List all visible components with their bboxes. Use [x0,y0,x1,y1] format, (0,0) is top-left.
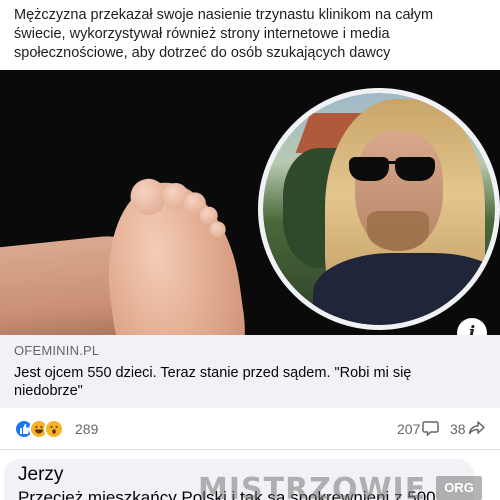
baby-foot-image [95,174,255,335]
wow-icon [44,419,64,439]
share-count[interactable]: 38 [450,421,466,437]
comment-icon[interactable] [422,420,439,436]
comment-count[interactable]: 207 [397,421,420,437]
share-icon[interactable] [468,420,486,436]
link-preview-card[interactable]: OFEMININ.PL Jest ojcem 550 dzieci. Teraz… [0,335,500,408]
post-text: Mężczyzna przekazał swoje nasienie trzyn… [0,0,500,70]
link-title[interactable]: Jest ojcem 550 dzieci. Teraz stanie prze… [14,364,434,400]
link-preview-image[interactable] [0,70,500,335]
link-domain: OFEMININ.PL [14,343,100,358]
sunglasses-icon [349,157,389,181]
site-watermark: MISTRZOWIE [198,472,427,500]
reaction-icons[interactable] [14,419,74,439]
reactions-bar: 289 207 38 [0,408,500,450]
man-portrait-image [263,93,495,325]
reaction-count[interactable]: 289 [75,421,98,437]
profile-photo-circle [258,88,500,330]
watermark-org-badge: ORG [436,476,482,500]
